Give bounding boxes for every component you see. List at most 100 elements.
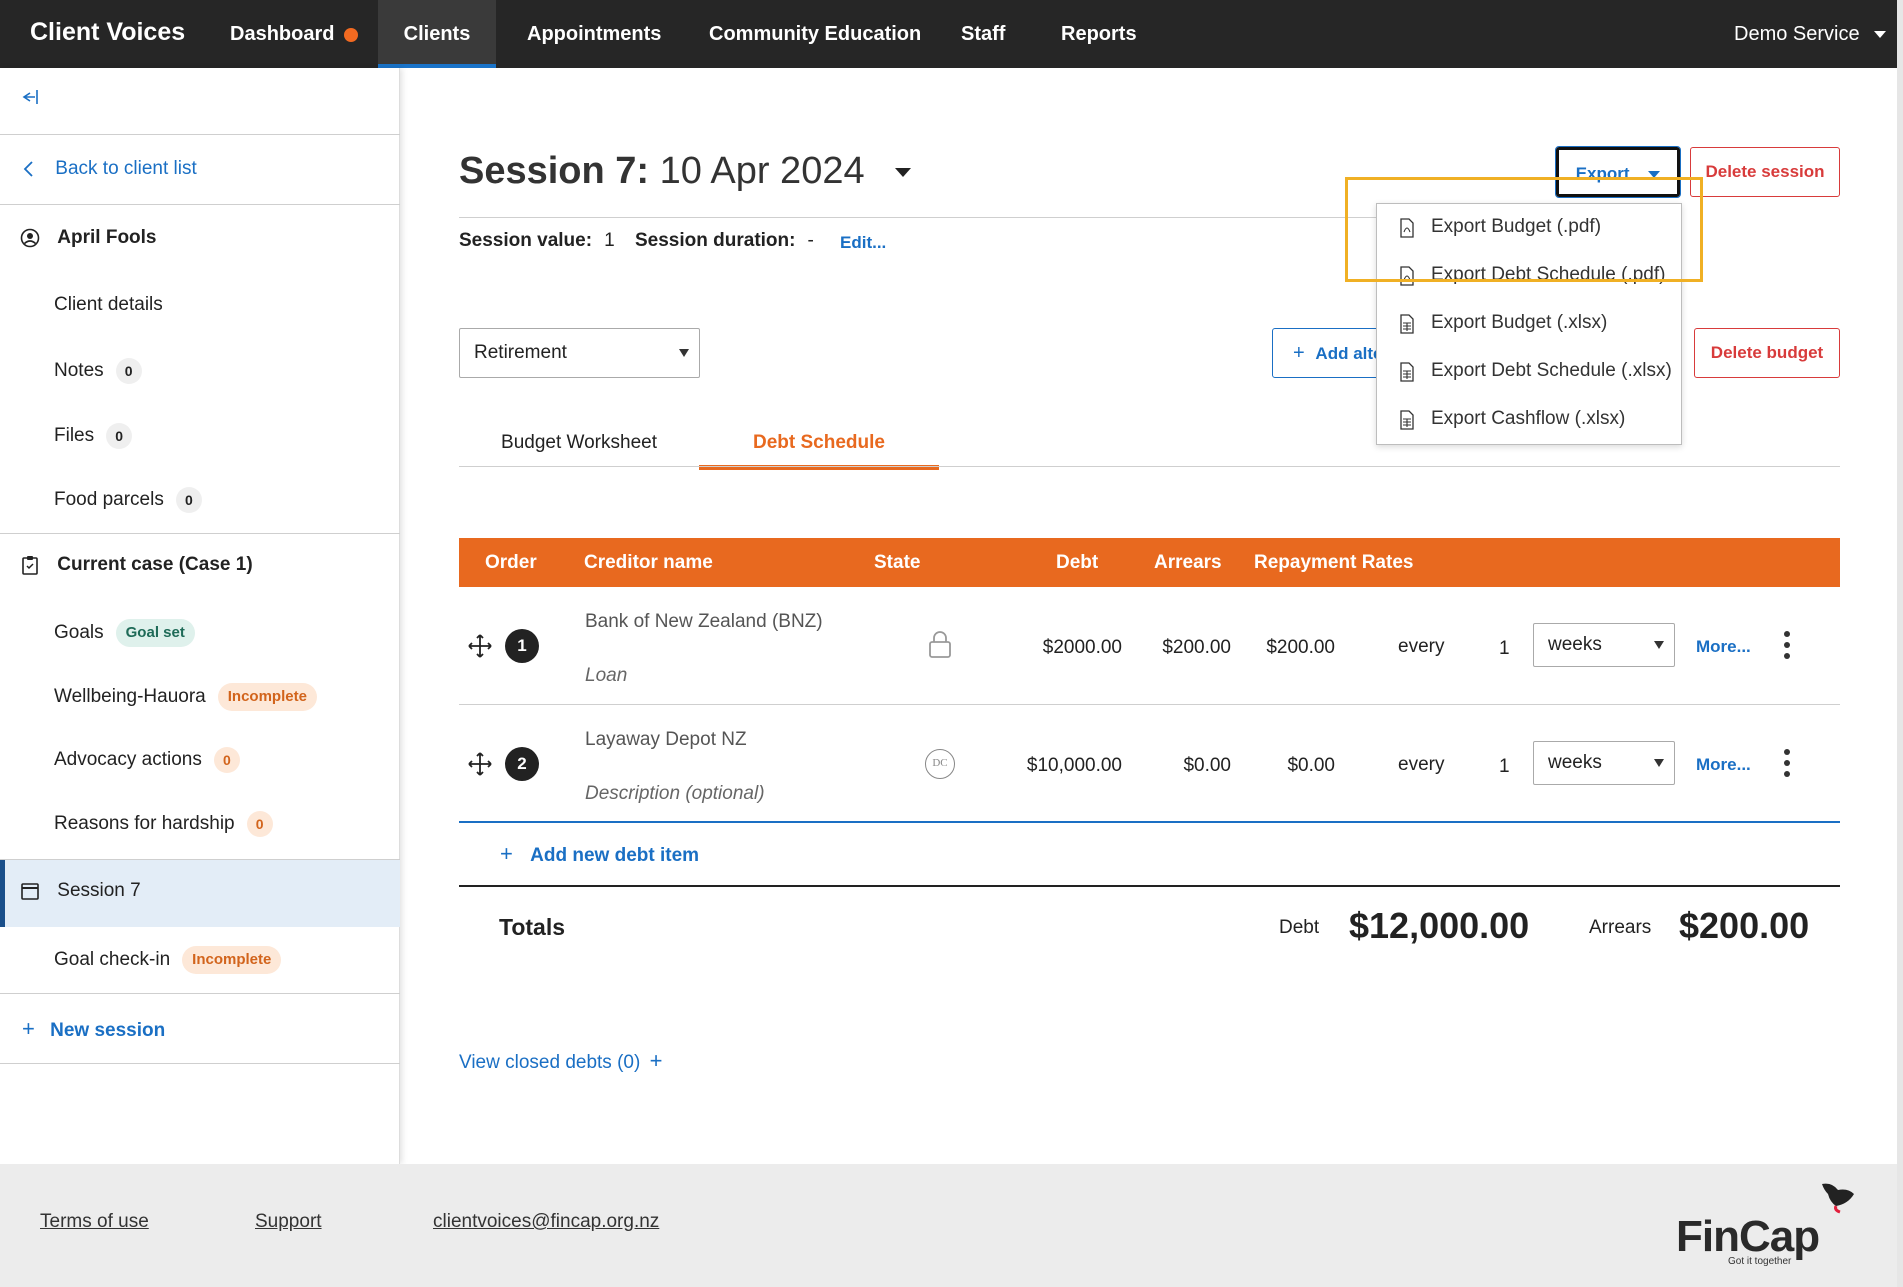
add-alt-label: Add alte (1315, 344, 1383, 363)
sidebar-item-files[interactable]: Files 0 (54, 423, 454, 449)
debt-table-header: Order Creditor name State Debt Arrears R… (459, 538, 1840, 587)
debt-amount: $10,000.00 (1026, 755, 1122, 776)
debt-description[interactable]: Loan (585, 665, 627, 687)
repayment-amount[interactable]: $0.00 (1235, 755, 1335, 777)
drag-handle-icon[interactable] (467, 751, 493, 783)
sidebar-item-session-7[interactable]: Session 7 (0, 860, 400, 927)
creditor-name[interactable]: Bank of New Zealand (BNZ) (585, 611, 823, 633)
menu-item-export-budget-xlsx[interactable]: Export Budget (.xlsx) (1377, 300, 1683, 348)
session-value-label: Session value: (459, 230, 593, 251)
sidebar-item-wellbeing[interactable]: Wellbeing-Hauora Incomplete (54, 683, 454, 711)
footer: Terms of use Support clientvoices@fincap… (0, 1164, 1897, 1287)
every-label: every (1398, 636, 1445, 657)
nav-appointments[interactable]: Appointments (527, 0, 661, 68)
divider (0, 993, 400, 994)
support-link[interactable]: Support (255, 1211, 322, 1233)
session-duration: Session duration: - (635, 230, 814, 252)
add-new-debt-item-button[interactable]: + Add new debt item (500, 841, 699, 867)
budget-select-value: Retirement (474, 342, 567, 363)
brand-logo[interactable]: Client Voices (30, 18, 185, 47)
table-row: 2 Layaway Depot NZ Description (optional… (459, 705, 1840, 823)
col-debt: Debt (1056, 552, 1099, 573)
advocacy-count: 0 (213, 747, 240, 773)
session-value: Session value: 1 (459, 230, 615, 252)
session-value-number: 1 (604, 230, 615, 251)
creditor-name[interactable]: Layaway Depot NZ (585, 729, 747, 751)
kebab-menu-icon[interactable] (1784, 749, 1790, 782)
plus-icon: + (1293, 342, 1305, 364)
sidebar-item-reasons[interactable]: Reasons for hardship 0 (54, 811, 454, 837)
service-selector[interactable]: Demo Service (1734, 0, 1886, 68)
total-debt-value: $12,000.00 (1349, 905, 1530, 946)
closed-debts-label: View closed debts (0) (459, 1052, 641, 1073)
tabs-divider (459, 466, 1840, 467)
nav-community-education[interactable]: Community Education (709, 0, 921, 68)
menu-item-export-cashflow-xlsx[interactable]: Export Cashflow (.xlsx) (1377, 396, 1683, 444)
repayment-amount[interactable]: $200.00 (1235, 637, 1335, 659)
nav-dashboard[interactable]: Dashboard (230, 0, 359, 68)
period-value: weeks (1548, 752, 1602, 773)
drag-handle-icon[interactable] (467, 633, 493, 665)
session-duration-label: Session duration: (635, 230, 796, 251)
delete-session-button[interactable]: Delete session (1690, 147, 1840, 197)
logo-text: FinCap (1676, 1212, 1820, 1261)
nav-reports[interactable]: Reports (1061, 0, 1137, 68)
debt-amount: $2000.00 (1042, 637, 1122, 658)
page-title: Session 7: 10 Apr 2024 (459, 150, 912, 193)
more-link[interactable]: More... (1696, 755, 1751, 775)
edit-session-link[interactable]: Edit... (840, 233, 886, 253)
food-count: 0 (175, 487, 202, 513)
caret-down-icon (1654, 641, 1664, 649)
session-duration-value: - (807, 230, 814, 251)
sidebar-item-notes[interactable]: Notes 0 (54, 358, 454, 384)
reasons-count: 0 (246, 811, 273, 837)
tab-budget-worksheet[interactable]: Budget Worksheet (459, 420, 699, 470)
sidebar-item-food-parcels[interactable]: Food parcels 0 (54, 487, 454, 513)
incomplete-badge: Incomplete (217, 683, 317, 711)
menu-item-label: Export Cashflow (.xlsx) (1431, 408, 1626, 429)
bird-logo-icon (1822, 1183, 1854, 1214)
goals-label: Goals (54, 622, 104, 644)
case-label: Current case (Case 1) (57, 554, 253, 576)
view-closed-debts-link[interactable]: View closed debts (0) + (459, 1048, 662, 1074)
nav-staff[interactable]: Staff (961, 0, 1005, 68)
sidebar: Back to client list April Fools Client d… (0, 68, 400, 1164)
collapse-sidebar-icon[interactable] (20, 86, 60, 116)
debt-collector-state-icon: DC (925, 749, 955, 779)
notification-dot-icon (344, 27, 359, 42)
new-session-button[interactable]: + New session (22, 1016, 422, 1042)
logo-tagline: Got it together (1728, 1256, 1792, 1267)
user-circle-icon (20, 228, 40, 248)
kebab-menu-icon[interactable] (1784, 631, 1790, 664)
sidebar-item-goals[interactable]: Goals Goal set (54, 619, 454, 647)
case-heading[interactable]: Current case (Case 1) (20, 554, 420, 576)
nav-clients[interactable]: Clients (378, 0, 496, 68)
plus-icon: + (500, 841, 513, 866)
back-to-client-list[interactable]: Back to client list (22, 158, 422, 180)
menu-item-export-debt-schedule-xlsx[interactable]: Export Debt Schedule (.xlsx) (1377, 348, 1683, 396)
frequency-number[interactable]: 1 (1499, 638, 1510, 660)
email-link[interactable]: clientvoices@fincap.org.nz (433, 1211, 659, 1233)
page-scrollbar[interactable] (1897, 0, 1903, 1287)
table-row: 1 Bank of New Zealand (BNZ) Loan $2000.0… (459, 587, 1840, 705)
debt-description[interactable]: Description (optional) (585, 783, 765, 805)
period-select[interactable]: weeks (1533, 623, 1675, 667)
caret-down-icon[interactable] (895, 168, 912, 178)
frequency-number[interactable]: 1 (1499, 756, 1510, 778)
sidebar-item-goal-check-in[interactable]: Goal check-in Incomplete (54, 946, 454, 974)
advocacy-label: Advocacy actions (54, 749, 202, 771)
terms-link[interactable]: Terms of use (40, 1211, 149, 1233)
period-select[interactable]: weeks (1533, 741, 1675, 785)
wellbeing-label: Wellbeing-Hauora (54, 686, 206, 708)
more-link[interactable]: More... (1696, 637, 1751, 657)
sidebar-item-advocacy[interactable]: Advocacy actions 0 (54, 747, 454, 773)
delete-budget-button[interactable]: Delete budget (1694, 328, 1840, 378)
tab-debt-schedule[interactable]: Debt Schedule (699, 420, 939, 470)
col-state: State (874, 552, 921, 573)
sidebar-item-client-details[interactable]: Client details (54, 294, 454, 316)
menu-item-label: Export Budget (.xlsx) (1431, 312, 1608, 333)
clipboard-icon (22, 556, 38, 575)
budget-select[interactable]: Retirement (459, 328, 700, 378)
fincap-logo[interactable]: FinCap (1676, 1212, 1820, 1262)
nav-dashboard-label: Dashboard (230, 23, 335, 45)
